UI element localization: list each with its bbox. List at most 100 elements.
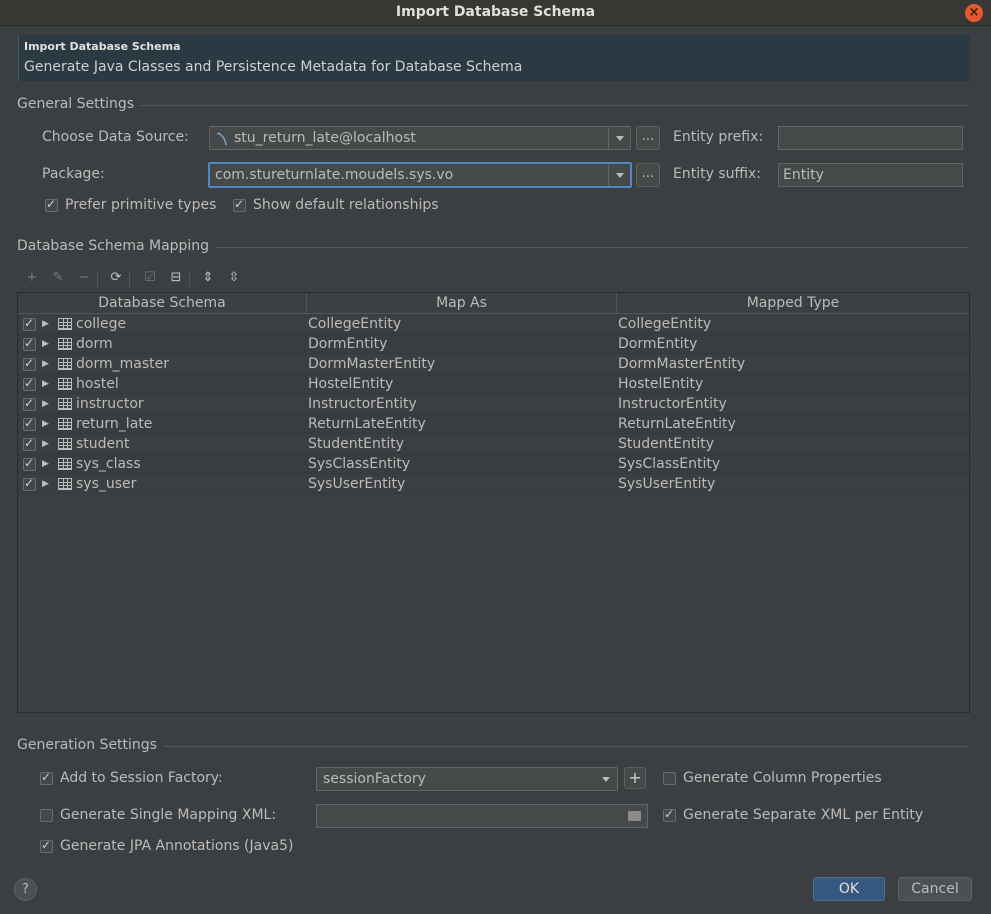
folder-icon[interactable]: [628, 811, 641, 821]
data-source-combo[interactable]: stu_return_late@localhost: [209, 126, 631, 150]
table-row[interactable]: ▶ sys_class SysClassEntity SysClassEntity: [18, 454, 969, 474]
refresh-icon[interactable]: ⟳: [107, 268, 125, 288]
cell-map-as[interactable]: DormEntity: [308, 334, 387, 354]
cell-map-as[interactable]: InstructorEntity: [308, 394, 417, 414]
chevron-down-icon[interactable]: [608, 127, 630, 149]
entity-prefix-field[interactable]: [778, 126, 963, 150]
cell-mapped-type[interactable]: DormMasterEntity: [618, 354, 745, 374]
cell-map-as[interactable]: CollegeEntity: [308, 314, 401, 334]
table-row[interactable]: ▶ instructor InstructorEntity InstructorEnt…: [18, 394, 969, 414]
session-factory-combo[interactable]: sessionFactory: [316, 767, 618, 791]
table-icon: [58, 478, 72, 490]
row-checkbox[interactable]: [23, 376, 36, 391]
cell-mapped-type[interactable]: DormEntity: [618, 334, 697, 354]
cell-database-schema: college: [76, 316, 127, 332]
generation-settings-divider: [164, 746, 969, 747]
expand-all-icon[interactable]: ⇕: [199, 268, 217, 288]
cell-database-schema: sys_user: [76, 476, 137, 492]
chevron-down-icon[interactable]: [608, 164, 630, 186]
single-mapping-xml-checkbox[interactable]: [40, 809, 53, 822]
table-icon: [58, 418, 72, 430]
collapse-all-icon[interactable]: ⇳: [225, 268, 243, 288]
cell-map-as[interactable]: SysClassEntity: [308, 454, 410, 474]
row-checkbox[interactable]: [23, 396, 36, 411]
column-header-map-as[interactable]: Map As: [307, 293, 617, 313]
select-all-icon[interactable]: ☑: [141, 268, 159, 288]
cell-database-schema: dorm_master: [76, 356, 169, 372]
table-row[interactable]: ▶ dorm DormEntity DormEntity: [18, 334, 969, 354]
row-checkbox[interactable]: [23, 316, 36, 331]
jpa-annotations-checkbox[interactable]: [40, 838, 53, 853]
column-header-mapped-type[interactable]: Mapped Type: [617, 293, 969, 313]
expand-arrow-icon[interactable]: ▶: [42, 434, 49, 454]
table-icon: [58, 318, 72, 330]
expand-arrow-icon[interactable]: ▶: [42, 394, 49, 414]
cell-mapped-type[interactable]: InstructorEntity: [618, 394, 727, 414]
table-row[interactable]: ▶ sys_user SysUserEntity SysUserEntity: [18, 474, 969, 494]
expand-arrow-icon[interactable]: ▶: [42, 354, 49, 374]
remove-icon[interactable]: −: [75, 268, 93, 288]
row-checkbox[interactable]: [23, 356, 36, 371]
single-mapping-xml-field[interactable]: [316, 804, 648, 828]
table-row[interactable]: ▶ return_late ReturnLateEntity ReturnLateEn…: [18, 414, 969, 434]
toolbar-separator: [189, 271, 190, 287]
mapping-section-divider: [215, 247, 969, 248]
add-session-factory-checkbox[interactable]: [40, 770, 53, 785]
chevron-down-icon[interactable]: [595, 768, 617, 790]
row-checkbox[interactable]: [23, 476, 36, 491]
entity-suffix-input[interactable]: [779, 164, 962, 186]
cell-mapped-type[interactable]: ReturnLateEntity: [618, 414, 736, 434]
single-mapping-xml-input[interactable]: [317, 805, 647, 827]
table-row[interactable]: ▶ dorm_master DormMasterEntity DormMasterEn…: [18, 354, 969, 374]
entity-prefix-input[interactable]: [779, 127, 962, 149]
prefer-primitive-checkbox[interactable]: [45, 197, 58, 212]
cell-mapped-type[interactable]: SysUserEntity: [618, 474, 715, 494]
row-checkbox[interactable]: [23, 416, 36, 431]
table-row[interactable]: ▶ student StudentEntity StudentEntity: [18, 434, 969, 454]
expand-arrow-icon[interactable]: ▶: [42, 414, 49, 434]
package-combo[interactable]: com.stureturnlate.moudels.sys.vo: [208, 162, 632, 188]
expand-arrow-icon[interactable]: ▶: [42, 474, 49, 494]
package-label: Package:: [42, 166, 105, 182]
show-relationships-checkbox[interactable]: [233, 197, 246, 212]
cancel-button[interactable]: Cancel: [898, 877, 972, 901]
cell-mapped-type[interactable]: CollegeEntity: [618, 314, 711, 334]
cell-database-schema: instructor: [76, 396, 144, 412]
cell-database-schema: dorm: [76, 336, 113, 352]
add-icon[interactable]: +: [23, 268, 41, 288]
close-button[interactable]: ×: [965, 4, 983, 22]
schema-mapping-table: Database Schema Map As Mapped Type ▶ coll…: [17, 292, 970, 713]
separate-xml-checkbox[interactable]: [663, 807, 676, 822]
cell-mapped-type[interactable]: SysClassEntity: [618, 454, 720, 474]
edit-icon[interactable]: ✎: [49, 268, 67, 288]
table-row[interactable]: ▶ hostel HostelEntity HostelEntity: [18, 374, 969, 394]
table-row[interactable]: ▶ college CollegeEntity CollegeEntity: [18, 314, 969, 334]
expand-arrow-icon[interactable]: ▶: [42, 454, 49, 474]
row-checkbox[interactable]: [23, 456, 36, 471]
ok-button[interactable]: OK: [813, 877, 885, 901]
cell-mapped-type[interactable]: StudentEntity: [618, 434, 714, 454]
cell-map-as[interactable]: DormMasterEntity: [308, 354, 435, 374]
data-source-browse-button[interactable]: ...: [636, 126, 660, 150]
expand-arrow-icon[interactable]: ▶: [42, 334, 49, 354]
cell-map-as[interactable]: ReturnLateEntity: [308, 414, 426, 434]
add-session-factory-button[interactable]: +: [624, 767, 646, 789]
cell-map-as[interactable]: SysUserEntity: [308, 474, 405, 494]
package-browse-button[interactable]: ...: [636, 163, 660, 187]
cell-map-as[interactable]: HostelEntity: [308, 374, 393, 394]
entity-suffix-field[interactable]: [778, 163, 963, 187]
generate-column-props-checkbox[interactable]: [663, 772, 676, 785]
cell-database-schema: return_late: [76, 416, 153, 432]
unselect-all-icon[interactable]: ⊟: [167, 268, 185, 288]
cell-mapped-type[interactable]: HostelEntity: [618, 374, 703, 394]
row-checkbox[interactable]: [23, 336, 36, 351]
header-subtitle: Generate Java Classes and Persistence Me…: [24, 59, 523, 75]
help-button[interactable]: ?: [14, 878, 37, 901]
column-header-database-schema[interactable]: Database Schema: [18, 293, 307, 313]
row-checkbox[interactable]: [23, 436, 36, 451]
table-body: ▶ college CollegeEntity CollegeEntity ▶ dorm D…: [18, 314, 969, 494]
expand-arrow-icon[interactable]: ▶: [42, 314, 49, 334]
expand-arrow-icon[interactable]: ▶: [42, 374, 49, 394]
window-title: Import Database Schema: [395, 4, 596, 20]
cell-map-as[interactable]: StudentEntity: [308, 434, 404, 454]
